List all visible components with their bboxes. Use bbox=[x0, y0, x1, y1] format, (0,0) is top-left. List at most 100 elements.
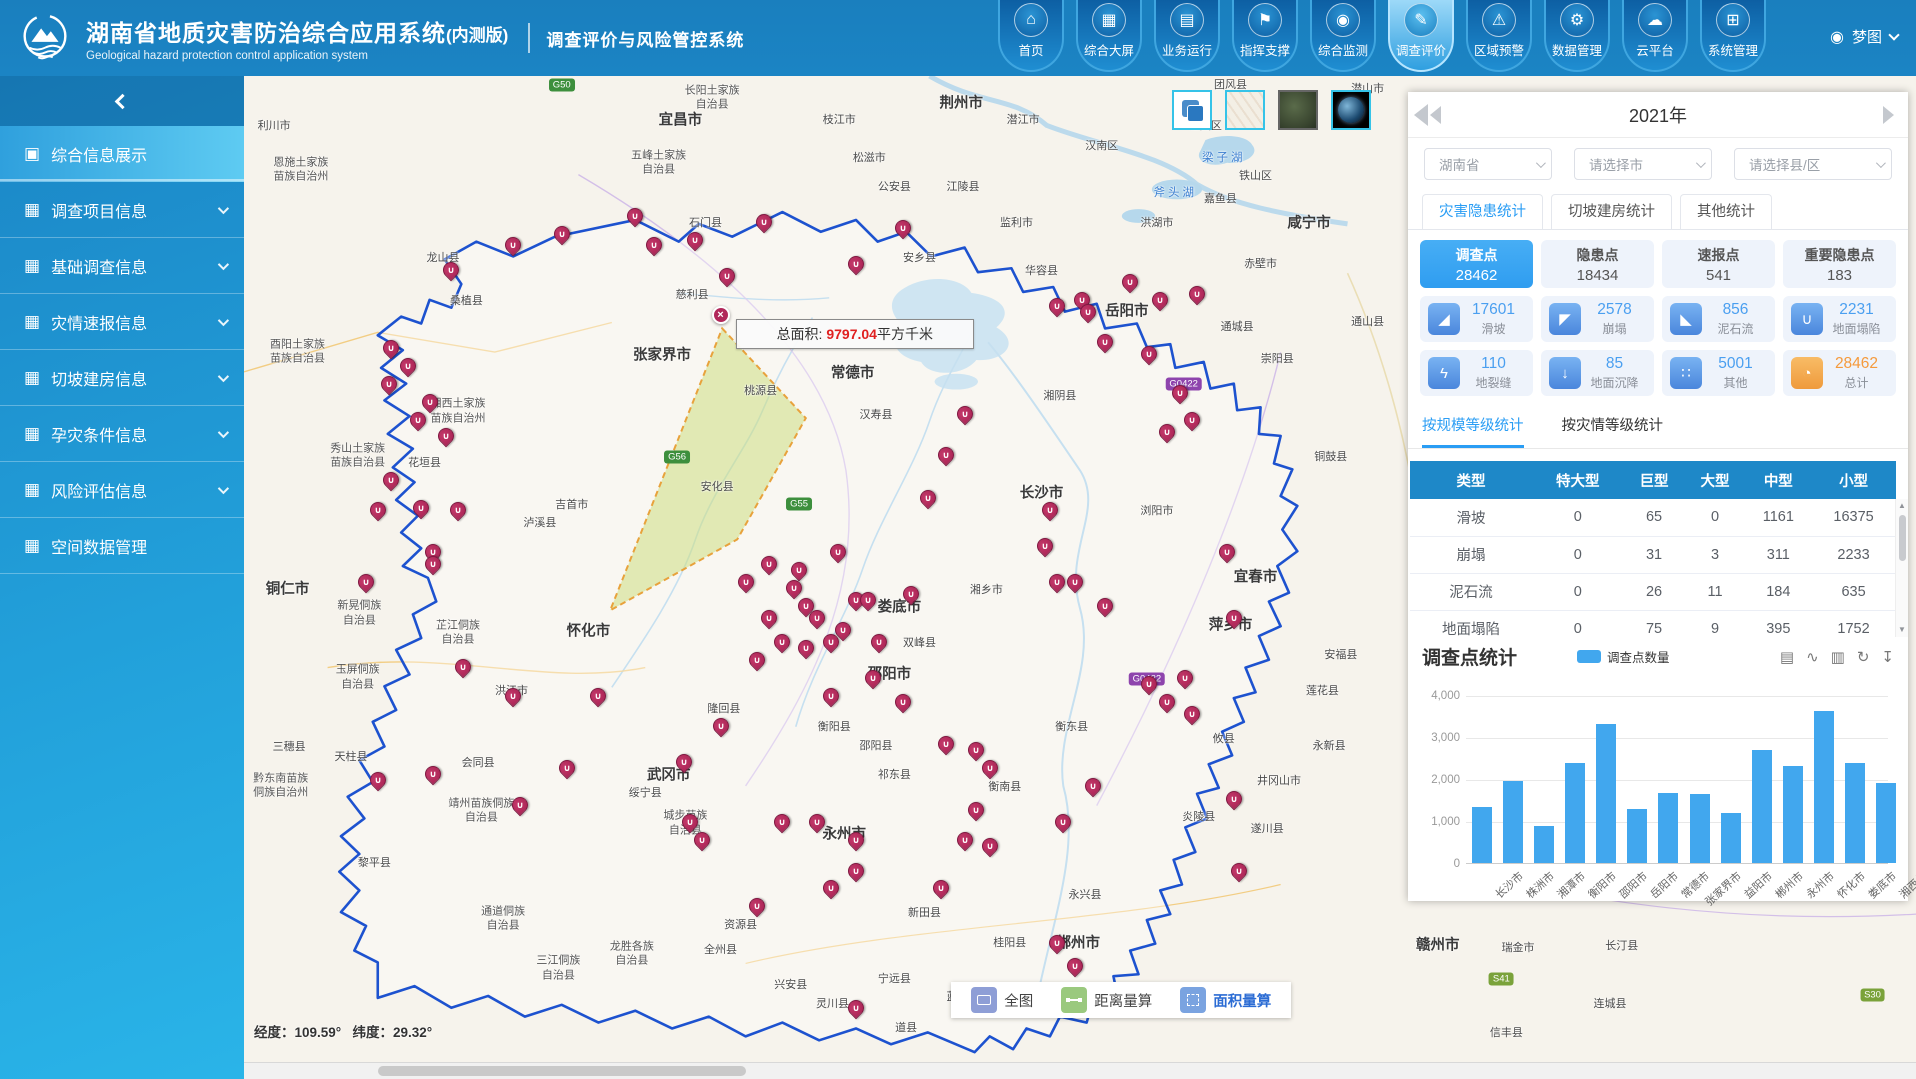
type-card-泥石流[interactable]: ◣856泥石流 bbox=[1662, 296, 1775, 342]
chart-bar-娄底市[interactable] bbox=[1845, 763, 1865, 863]
summary-card-调查点[interactable]: 调查点28462 bbox=[1420, 240, 1533, 288]
landslide-glyph: ∪ bbox=[969, 743, 983, 757]
nav-item-指挥支撑[interactable]: ⚑指挥支撑 bbox=[1232, 0, 1298, 72]
type-card-其他[interactable]: ∷5001其他 bbox=[1662, 350, 1775, 396]
chart-toolbar: ▤ ∿ ▥ ↻ ↧ bbox=[1780, 648, 1894, 666]
landslide-glyph: ∪ bbox=[1185, 707, 1199, 721]
chart-bar-衡阳市[interactable] bbox=[1565, 763, 1585, 863]
measure-close-marker[interactable]: × bbox=[712, 306, 730, 324]
landslide-glyph: ∪ bbox=[451, 503, 465, 517]
summary-card-速报点[interactable]: 速报点541 bbox=[1662, 240, 1775, 288]
type-card-地裂缝[interactable]: ϟ110地裂缝 bbox=[1420, 350, 1533, 396]
download-icon[interactable]: ↧ bbox=[1881, 648, 1894, 666]
line-chart-icon[interactable]: ∿ bbox=[1806, 648, 1819, 666]
chart-bar-岳阳市[interactable] bbox=[1627, 809, 1647, 863]
satellite-basemap-button[interactable] bbox=[1278, 90, 1318, 130]
table-cell: 泥石流 bbox=[1410, 573, 1532, 610]
app-root: 湖南省地质灾害防治综合应用系统(内测版) Geological hazard p… bbox=[0, 0, 1916, 1079]
chart-bar-怀化市[interactable] bbox=[1814, 711, 1834, 863]
landslide-glyph: ∪ bbox=[1068, 959, 1082, 973]
data-view-icon[interactable]: ▤ bbox=[1780, 648, 1794, 666]
nav-item-云平台[interactable]: ☁云平台 bbox=[1622, 0, 1688, 72]
summary-card-重要隐患点[interactable]: 重要隐患点183 bbox=[1783, 240, 1896, 288]
subtab-按规模等级统计[interactable]: 按规模等级统计 bbox=[1422, 414, 1524, 448]
map-tool-面积量算[interactable]: 面积量算 bbox=[1166, 987, 1285, 1013]
chart-bar-益阳市[interactable] bbox=[1721, 813, 1741, 863]
table-icon: ▦ bbox=[24, 256, 40, 276]
sidebar-item-空间数据管理[interactable]: ▦空间数据管理 bbox=[0, 518, 244, 574]
map-tool-全图[interactable]: 全图 bbox=[957, 987, 1047, 1013]
nav-item-首页[interactable]: ⌂首页 bbox=[998, 0, 1064, 72]
chart-bar-株洲市[interactable] bbox=[1503, 781, 1523, 863]
landslide-glyph: ∪ bbox=[456, 660, 470, 674]
user-menu[interactable]: ◉ 梦图 bbox=[1830, 26, 1898, 47]
region-select-1[interactable]: 请选择市 bbox=[1574, 148, 1712, 180]
sidebar-item-孕灾条件信息[interactable]: ▦孕灾条件信息 bbox=[0, 406, 244, 462]
chevron-down-icon bbox=[218, 314, 229, 325]
settlement-icon: ↓ bbox=[1549, 357, 1581, 389]
landslide-glyph: ∪ bbox=[939, 737, 953, 751]
tab-灾害隐患统计[interactable]: 灾害隐患统计 bbox=[1422, 194, 1543, 229]
table-scrollbar[interactable]: ▲ ▼ bbox=[1895, 499, 1908, 637]
scale-stat-table-zone: 类型特大型巨型大型中型小型 滑坡0650116116375崩塌031331122… bbox=[1408, 461, 1908, 637]
nav-item-业务运行[interactable]: ▤业务运行 bbox=[1154, 0, 1220, 72]
summary-card-隐患点[interactable]: 隐患点18434 bbox=[1541, 240, 1654, 288]
next-year-button[interactable] bbox=[1883, 106, 1894, 124]
refresh-icon[interactable]: ↻ bbox=[1857, 648, 1870, 666]
chevron-down-icon bbox=[218, 258, 229, 269]
chart-bar-永州市[interactable] bbox=[1783, 766, 1803, 863]
sidebar-item-调查项目信息[interactable]: ▦调查项目信息 bbox=[0, 182, 244, 238]
horizontal-scrollbar[interactable] bbox=[244, 1062, 1916, 1079]
layers-icon[interactable] bbox=[1172, 90, 1212, 130]
nav-item-综合监测[interactable]: ◉综合监测 bbox=[1310, 0, 1376, 72]
type-card-滑坡[interactable]: ◢17601滑坡 bbox=[1420, 296, 1533, 342]
tab-切坡建房统计[interactable]: 切坡建房统计 bbox=[1551, 194, 1672, 229]
sidebar-item-切坡建房信息[interactable]: ▦切坡建房信息 bbox=[0, 350, 244, 406]
subtab-按灾情等级统计[interactable]: 按灾情等级统计 bbox=[1562, 414, 1664, 448]
year-selector: 2021年 bbox=[1408, 92, 1908, 138]
type-card-地面沉降[interactable]: ↓85地面沉降 bbox=[1541, 350, 1654, 396]
landslide-glyph: ∪ bbox=[1098, 335, 1112, 349]
scroll-up-icon[interactable]: ▲ bbox=[1896, 499, 1908, 513]
chart-bar-湘西州[interactable] bbox=[1876, 783, 1896, 863]
nav-item-数据管理[interactable]: ⚙数据管理 bbox=[1544, 0, 1610, 72]
sidebar-collapse-button[interactable] bbox=[0, 76, 244, 126]
nav-item-区域预警[interactable]: ⚠区域预警 bbox=[1466, 0, 1532, 72]
chart-bar-长沙市[interactable] bbox=[1472, 807, 1492, 863]
sidebar-item-label: 孕灾条件信息 bbox=[51, 422, 147, 446]
vector-basemap-button[interactable] bbox=[1225, 90, 1265, 130]
chart-bar-邵阳市[interactable] bbox=[1596, 724, 1616, 863]
type-card-崩塌[interactable]: ◤2578崩塌 bbox=[1541, 296, 1654, 342]
table-scroll-thumb[interactable] bbox=[1899, 515, 1906, 561]
nav-item-调查评价[interactable]: ✎调查评价 bbox=[1388, 0, 1454, 72]
nav-item-综合大屏[interactable]: ▦综合大屏 bbox=[1076, 0, 1142, 72]
region-select-0[interactable]: 湖南省 bbox=[1424, 148, 1552, 180]
scrollbar-thumb[interactable] bbox=[378, 1066, 746, 1076]
sidebar-item-label: 综合信息展示 bbox=[51, 142, 147, 166]
sidebar-item-灾情速报信息[interactable]: ▦灾情速报信息 bbox=[0, 294, 244, 350]
type-card-地面塌陷[interactable]: ∪2231地面塌陷 bbox=[1783, 296, 1896, 342]
globe-basemap-button[interactable] bbox=[1331, 90, 1371, 130]
nav-item-label: 区域预警 bbox=[1474, 40, 1524, 59]
type-card-总计[interactable]: ◔28462总计 bbox=[1783, 350, 1896, 396]
chart-bar-常德市[interactable] bbox=[1658, 793, 1678, 863]
prev-year-button[interactable] bbox=[1430, 106, 1441, 124]
chart-bar-张家界市[interactable] bbox=[1690, 794, 1710, 863]
landslide-glyph: ∪ bbox=[983, 839, 997, 853]
sidebar-item-风险评估信息[interactable]: ▦风险评估信息 bbox=[0, 462, 244, 518]
bar-chart-icon[interactable]: ▥ bbox=[1831, 648, 1845, 666]
tab-其他统计[interactable]: 其他统计 bbox=[1680, 194, 1772, 229]
select-value: 湖南省 bbox=[1439, 154, 1480, 174]
type-card-value: 856 bbox=[1702, 301, 1769, 319]
chart-bar-湘潭市[interactable] bbox=[1534, 826, 1554, 863]
nav-item-label: 业务运行 bbox=[1162, 40, 1212, 59]
landslide-glyph: ∪ bbox=[969, 803, 983, 817]
sidebar-item-综合信息展示[interactable]: ▣综合信息展示 bbox=[0, 126, 244, 182]
road-badge-S30: S30 bbox=[1860, 988, 1885, 1001]
chart-bar-郴州市[interactable] bbox=[1752, 750, 1772, 863]
region-select-2[interactable]: 请选择县/区 bbox=[1734, 148, 1892, 180]
sidebar-item-基础调查信息[interactable]: ▦基础调查信息 bbox=[0, 238, 244, 294]
scroll-down-icon[interactable]: ▼ bbox=[1896, 623, 1908, 637]
map-tool-距离量算[interactable]: 距离量算 bbox=[1047, 987, 1166, 1013]
nav-item-系统管理[interactable]: ⊞系统管理 bbox=[1700, 0, 1766, 72]
